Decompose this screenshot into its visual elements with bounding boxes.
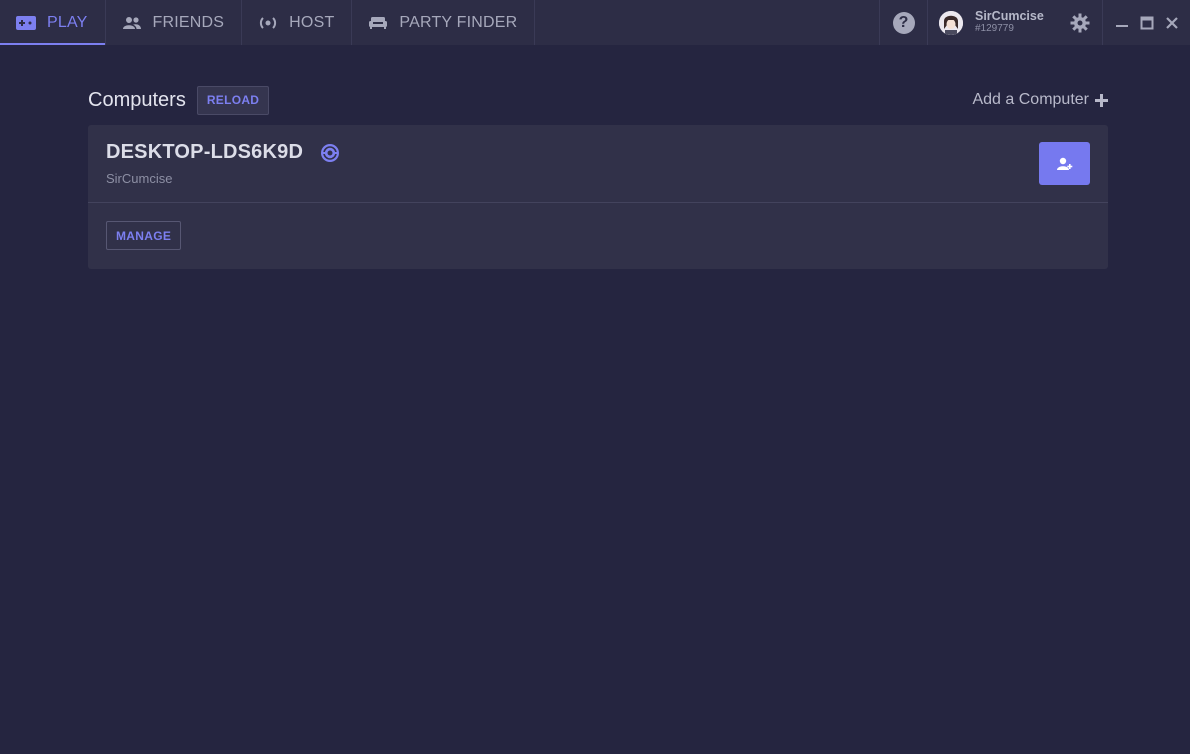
- maximize-icon: [1140, 16, 1153, 29]
- add-user-button[interactable]: [1039, 142, 1090, 185]
- gamepad-icon: [16, 13, 36, 33]
- tab-host[interactable]: HOST: [242, 0, 353, 45]
- computer-card-header: DESKTOP-LDS6K9D SirCumcise: [88, 125, 1108, 203]
- gear-icon: [1070, 13, 1090, 32]
- top-navigation-bar: PLAY FRIENDS HOST PARTY FINDER ? SirCumc…: [0, 0, 1190, 45]
- computer-card-footer: MANAGE: [88, 203, 1108, 268]
- tab-host-label: HOST: [289, 13, 335, 31]
- add-computer-label: Add a Computer: [972, 91, 1089, 108]
- help-button[interactable]: ?: [879, 0, 927, 45]
- tab-friends[interactable]: FRIENDS: [106, 0, 243, 45]
- tab-party-finder-label: PARTY FINDER: [399, 13, 518, 31]
- minimize-button[interactable]: [1112, 13, 1132, 33]
- add-computer-button[interactable]: Add a Computer: [972, 91, 1108, 109]
- user-profile[interactable]: SirCumcise #129779: [927, 0, 1102, 45]
- user-text: SirCumcise #129779: [975, 9, 1044, 34]
- reload-button[interactable]: RELOAD: [196, 85, 270, 115]
- tab-friends-label: FRIENDS: [152, 13, 225, 31]
- plus-icon: [1095, 93, 1108, 107]
- tab-play-label: PLAY: [47, 13, 88, 31]
- close-button[interactable]: [1162, 13, 1182, 33]
- couch-icon: [368, 13, 388, 33]
- user-name: SirCumcise: [975, 9, 1044, 23]
- broadcast-icon: [258, 13, 278, 33]
- friends-icon: [122, 13, 142, 33]
- topbar-right: ? SirCumcise #129779: [879, 0, 1190, 45]
- avatar: [939, 10, 963, 35]
- computers-title: Computers: [88, 88, 186, 111]
- host-icon: [320, 143, 340, 163]
- settings-button[interactable]: [1058, 13, 1102, 33]
- manage-button[interactable]: MANAGE: [106, 221, 182, 250]
- user-tag: #129779: [975, 23, 1014, 34]
- window-controls: [1102, 0, 1190, 45]
- computer-owner: SirCumcise: [106, 171, 173, 186]
- help-icon: ?: [892, 11, 915, 34]
- computer-name: DESKTOP-LDS6K9D: [106, 141, 304, 163]
- tab-party-finder[interactable]: PARTY FINDER: [352, 0, 536, 45]
- minimize-icon: [1115, 24, 1128, 27]
- computer-card: DESKTOP-LDS6K9D SirCumcise MANAGE: [88, 125, 1108, 269]
- computers-header: Computers RELOAD Add a Computer: [88, 85, 1108, 115]
- tab-play[interactable]: PLAY: [0, 0, 106, 45]
- maximize-button[interactable]: [1137, 13, 1157, 33]
- add-user-icon: [1056, 157, 1072, 170]
- close-icon: [1165, 16, 1178, 29]
